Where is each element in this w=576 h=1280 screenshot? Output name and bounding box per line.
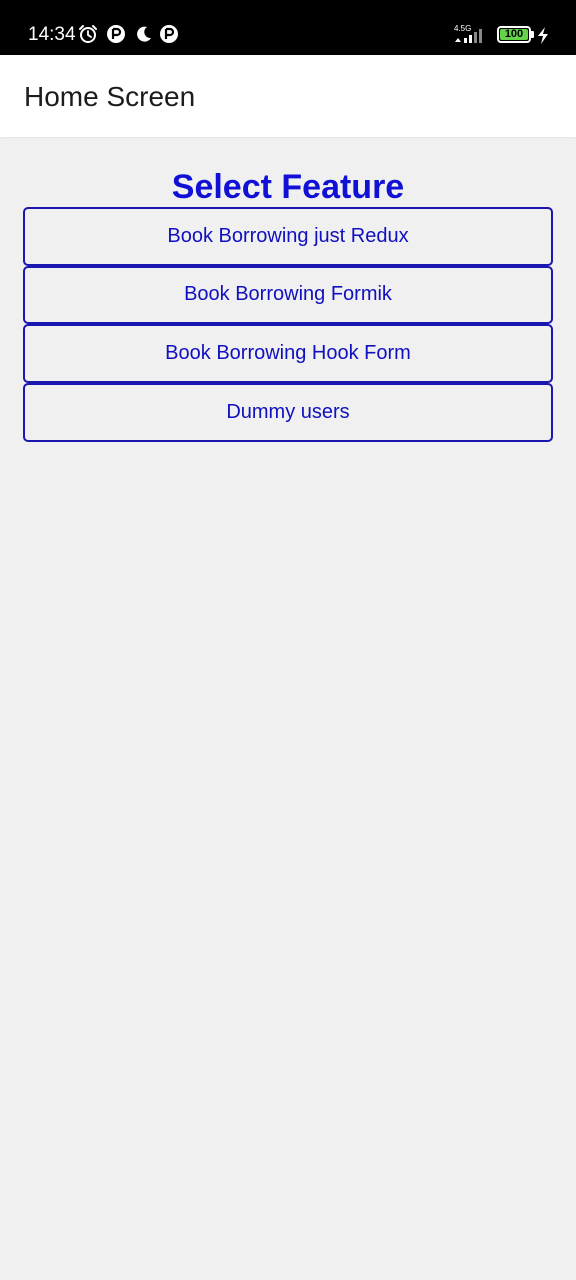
alarm-icon (79, 25, 97, 43)
section-title: Select Feature (171, 168, 405, 206)
page-title: Home Screen (24, 81, 196, 112)
signal-icon (455, 29, 482, 43)
moon-icon (137, 26, 151, 42)
battery-cap (531, 31, 534, 38)
app-notification-icon (160, 25, 178, 43)
battery-icon: 100 (497, 26, 531, 43)
status-bar: 14:34 4.5G 100 (0, 0, 576, 55)
battery-level-text: 100 (504, 28, 524, 40)
feature-list: Book Borrowing just Redux Book Borrowing… (23, 207, 553, 442)
book-borrowing-hook-form-button[interactable]: Book Borrowing Hook Form (23, 324, 553, 383)
main-content: Select Feature Book Borrowing just Redux… (0, 137, 576, 1280)
app-notification-icon (107, 25, 125, 43)
charging-icon (538, 27, 548, 44)
app-header: Home Screen (0, 55, 576, 137)
book-borrowing-redux-button[interactable]: Book Borrowing just Redux (23, 207, 553, 266)
status-time: 14:34 (28, 24, 76, 45)
book-borrowing-formik-button[interactable]: Book Borrowing Formik (23, 265, 553, 325)
dummy-users-button[interactable]: Dummy users (23, 383, 553, 442)
